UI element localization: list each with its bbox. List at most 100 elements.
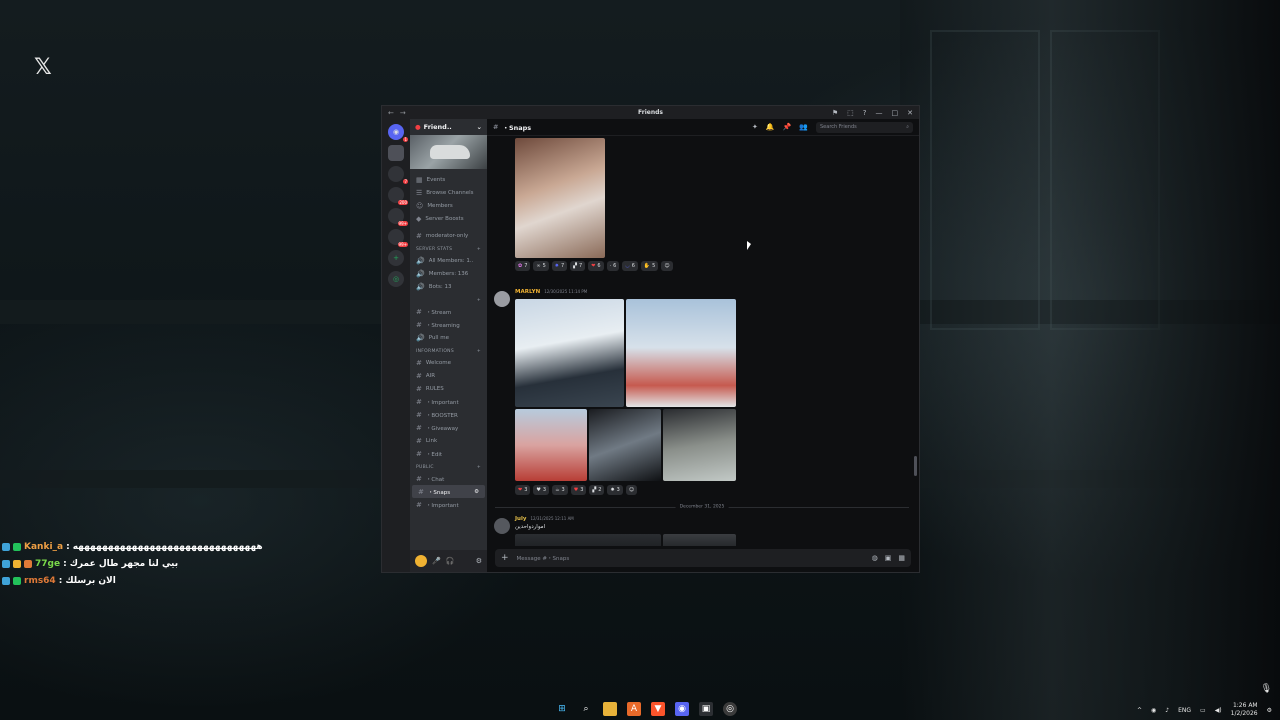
gif-icon[interactable]: ▣: [885, 554, 892, 562]
sticker-icon[interactable]: ▦: [898, 554, 905, 562]
channel-item[interactable]: # AIR: [410, 369, 487, 382]
help-icon[interactable]: ?: [863, 109, 867, 117]
channel-item[interactable]: # ・Giveaway: [410, 421, 487, 434]
message-author[interactable]: July 12/31/2025 12:11 AM: [515, 516, 574, 522]
server-icon[interactable]: [388, 145, 404, 161]
close-button[interactable]: ✕: [907, 109, 913, 117]
add-attachment-icon[interactable]: +: [501, 553, 509, 563]
channel-item[interactable]: # RULES: [410, 382, 487, 395]
member-list-icon[interactable]: 👥: [799, 123, 808, 131]
pin-icon[interactable]: 📌: [783, 123, 792, 131]
category-unnamed[interactable]: +: [410, 293, 487, 305]
reaction-pill[interactable]: ✋ 5: [640, 261, 659, 271]
server-icon[interactable]: 7: [388, 166, 408, 184]
category-server-stats[interactable]: SERVER STATS +: [410, 242, 487, 254]
attachment-image[interactable]: [515, 409, 587, 481]
attachment-image[interactable]: [515, 138, 605, 258]
bell-icon[interactable]: 🔔: [766, 123, 775, 131]
channel-item[interactable]: # Link: [410, 434, 487, 447]
app-icon[interactable]: A: [627, 702, 641, 716]
menu-members[interactable]: ☺ Members: [410, 199, 487, 212]
channel-item[interactable]: 🔊 Pull me: [410, 331, 487, 344]
server-icon[interactable]: 99+: [388, 208, 408, 226]
category-public[interactable]: PUBLIC +: [410, 460, 487, 472]
add-server-icon[interactable]: +: [388, 250, 404, 266]
attachment-image[interactable]: [515, 299, 624, 407]
channel-item[interactable]: # ・Streaming: [410, 318, 487, 331]
microphone-icon[interactable]: 🎙: [1261, 684, 1272, 694]
guild-header[interactable]: ● Friend.. ⌄: [410, 119, 487, 135]
gift-icon[interactable]: ◍: [872, 554, 878, 562]
minimize-button[interactable]: —: [876, 109, 883, 117]
reaction-pill[interactable]: ▞ 2: [589, 485, 605, 495]
channel-item[interactable]: # ・Edit: [410, 447, 487, 460]
menu-browse-channels[interactable]: ☰ Browse Channels: [410, 186, 487, 199]
reaction-pill[interactable]: ❤ 6: [588, 261, 604, 271]
reaction-pill[interactable]: ♥ 3: [570, 485, 587, 495]
reaction-pill[interactable]: ▞ 7: [570, 261, 586, 271]
channel-item[interactable]: # Welcome: [410, 356, 487, 369]
category-informations[interactable]: INFORMATIONS +: [410, 344, 487, 356]
attachment-image[interactable]: [663, 409, 736, 481]
avatar[interactable]: [415, 555, 427, 567]
reaction-pill[interactable]: ◡ 6: [622, 261, 638, 271]
windows-start-icon[interactable]: ⊞: [555, 702, 569, 716]
headphones-icon[interactable]: 🎧: [446, 557, 455, 565]
mic-tray-icon[interactable]: ♪: [1165, 707, 1169, 714]
message-author[interactable]: MARLYN 12/30/2025 11:14 PM: [515, 289, 587, 295]
reaction-pill[interactable]: ✿ 7: [515, 261, 531, 271]
channel-item[interactable]: 🔊 All Members: 1..: [410, 254, 487, 267]
volume-icon[interactable]: ◀): [1215, 707, 1222, 714]
add-reaction-button[interactable]: ☺: [661, 261, 673, 271]
language-indicator[interactable]: ENG: [1178, 707, 1191, 714]
network-icon[interactable]: ▭: [1200, 707, 1206, 714]
reaction-pill[interactable]: ✸ 3: [607, 485, 623, 495]
attachment-image[interactable]: [515, 534, 661, 546]
scrollbar[interactable]: [914, 456, 917, 476]
menu-server-boosts[interactable]: ◆ Server Boosts: [410, 212, 487, 225]
channel-item[interactable]: # ・Important: [410, 498, 487, 511]
avatar[interactable]: [494, 291, 510, 307]
search-icon[interactable]: ⌕: [579, 702, 593, 716]
server-icon[interactable]: 200: [388, 187, 408, 205]
reaction-pill[interactable]: ∞ 5: [533, 261, 549, 271]
reaction-pill[interactable]: ☕ 3: [552, 485, 568, 495]
channel-item[interactable]: # ・BOOSTER: [410, 408, 487, 421]
back-arrow-icon[interactable]: ←: [388, 109, 394, 117]
channel-item[interactable]: # ・Chat: [410, 472, 487, 485]
channel-item[interactable]: 🔊 Bots: 13: [410, 280, 487, 293]
file-explorer-icon[interactable]: [603, 702, 617, 716]
maximize-button[interactable]: □: [892, 109, 899, 117]
channel-moderator-only[interactable]: # moderator-only: [410, 229, 487, 242]
search-input[interactable]: Search Friends ⌕: [816, 121, 913, 133]
chevron-up-icon[interactable]: ^: [1137, 707, 1142, 714]
settings-tray-icon[interactable]: ⚙: [1267, 707, 1272, 714]
attachment-image[interactable]: [626, 299, 736, 407]
channel-item-active[interactable]: # ・Snaps ⚙: [412, 485, 485, 498]
download-icon[interactable]: ⬚: [847, 109, 854, 117]
attachment-image[interactable]: [589, 409, 661, 481]
channel-item[interactable]: 🔊 Members: 136: [410, 267, 487, 280]
reaction-pill[interactable]: · 6: [606, 261, 620, 271]
settings-icon[interactable]: ⚙: [474, 489, 479, 495]
inbox-icon[interactable]: ⚑: [832, 109, 838, 117]
channel-item[interactable]: # ・Important: [410, 395, 487, 408]
message-composer[interactable]: + Message #・Snaps ◍ ▣ ▦: [495, 549, 911, 567]
channel-item[interactable]: # ・Stream: [410, 305, 487, 318]
forward-arrow-icon[interactable]: →: [400, 109, 406, 117]
threads-icon[interactable]: ✦: [752, 123, 758, 131]
menu-events[interactable]: ▦ Events: [410, 173, 487, 186]
avatar[interactable]: [494, 518, 510, 534]
add-reaction-button[interactable]: ☺: [625, 485, 638, 495]
chrome-icon[interactable]: ◎: [723, 702, 737, 716]
server-icon[interactable]: 99+: [388, 229, 408, 247]
app-icon[interactable]: ▣: [699, 702, 713, 716]
discord-home-icon[interactable]: ◉ 1: [388, 124, 408, 142]
mic-icon[interactable]: 🎤: [432, 557, 441, 565]
reaction-pill[interactable]: ♥ 3: [533, 485, 550, 495]
reaction-pill[interactable]: ❤ 3: [515, 485, 531, 495]
discord-icon[interactable]: ◉: [675, 702, 689, 716]
discord-tray-icon[interactable]: ◉: [1151, 707, 1156, 714]
attachment-image[interactable]: [663, 534, 736, 546]
user-settings-icon[interactable]: ⚙: [476, 557, 482, 565]
